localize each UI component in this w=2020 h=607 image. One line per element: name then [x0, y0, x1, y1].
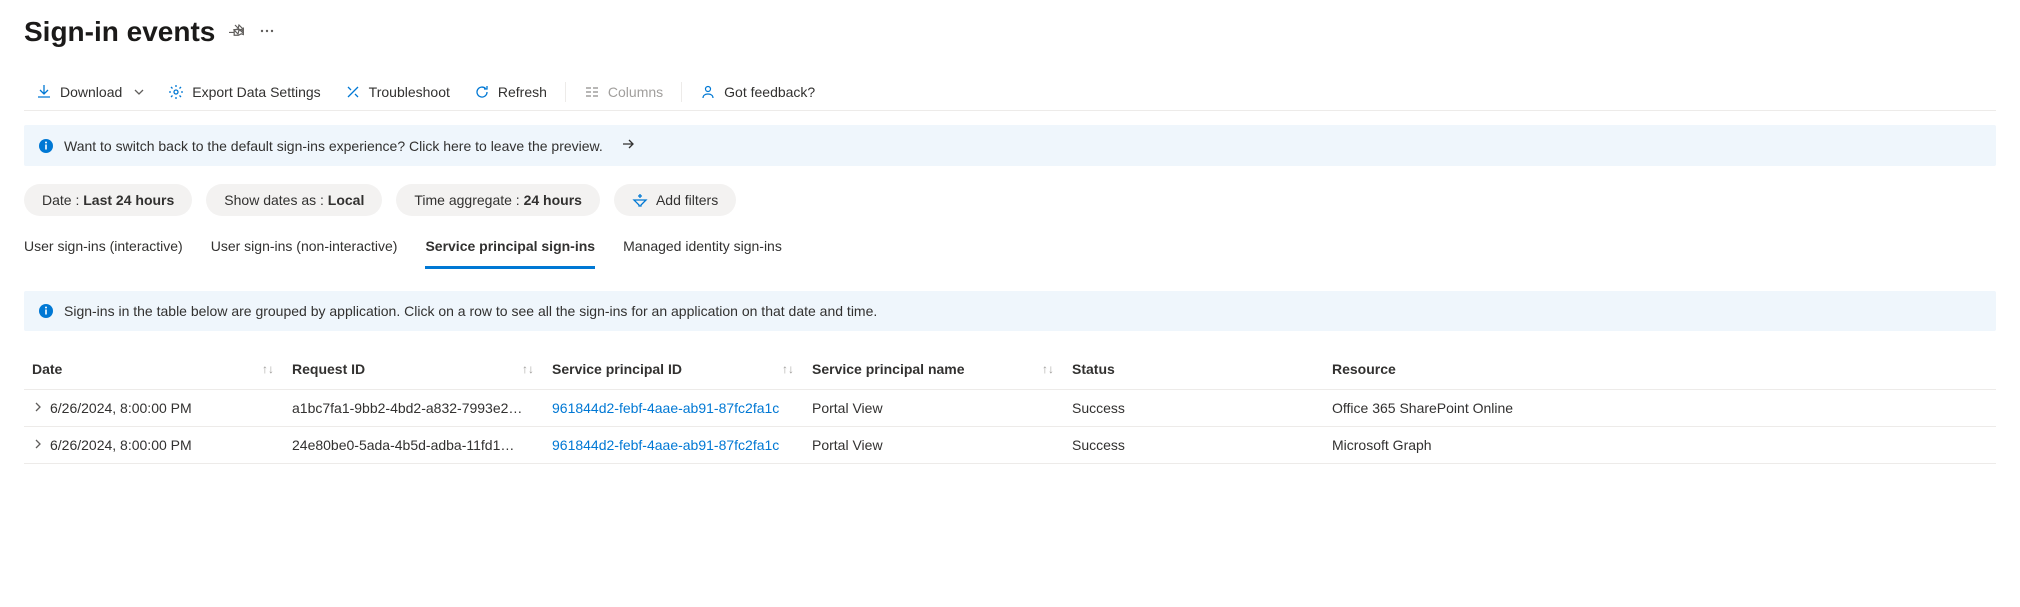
columns-icon	[584, 84, 600, 100]
refresh-label: Refresh	[498, 84, 547, 100]
chevron-right-icon[interactable]	[32, 437, 44, 453]
add-filters-label: Add filters	[656, 192, 718, 208]
feedback-icon	[700, 84, 716, 100]
table-header-row: Date ↑↓ Request ID ↑↓ Service principal …	[24, 349, 1996, 390]
troubleshoot-label: Troubleshoot	[369, 84, 450, 100]
tab-user-signins-noninteractive[interactable]: User sign-ins (non-interactive)	[211, 230, 398, 269]
grouping-info-banner: Sign-ins in the table below are grouped …	[24, 291, 1996, 331]
col-request-id-label: Request ID	[292, 361, 365, 377]
preview-banner[interactable]: Want to switch back to the default sign-…	[24, 125, 1996, 166]
columns-button: Columns	[572, 76, 675, 108]
col-status-label: Status	[1072, 361, 1115, 377]
filter-time-aggregate[interactable]: Time aggregate : 24 hours	[396, 184, 600, 216]
sort-icon: ↑↓	[1042, 362, 1054, 376]
gear-icon	[168, 84, 184, 100]
filter-show-dates[interactable]: Show dates as : Local	[206, 184, 382, 216]
col-request-id[interactable]: Request ID ↑↓	[284, 349, 544, 389]
grouping-banner-text: Sign-ins in the table below are grouped …	[64, 303, 877, 319]
col-sp-name-label: Service principal name	[812, 361, 965, 377]
download-label: Download	[60, 84, 122, 100]
filter-date-value: Last 24 hours	[83, 192, 174, 208]
info-icon	[38, 303, 54, 319]
filter-date[interactable]: Date : Last 24 hours	[24, 184, 192, 216]
cell-date: 6/26/2024, 8:00:00 PM	[50, 400, 192, 416]
command-bar: Download Export Data Settings Troublesho…	[24, 76, 1996, 111]
filter-bar: Date : Last 24 hours Show dates as : Loc…	[24, 184, 1996, 216]
toolbar-separator	[681, 82, 682, 102]
export-data-settings-button[interactable]: Export Data Settings	[156, 76, 332, 108]
table-row[interactable]: 6/26/2024, 8:00:00 PM 24e80be0-5ada-4b5d…	[24, 427, 1996, 464]
pin-icon[interactable]	[229, 23, 245, 42]
sort-icon: ↑↓	[782, 362, 794, 376]
page-header: Sign-in events	[24, 16, 1996, 48]
export-label: Export Data Settings	[192, 84, 320, 100]
filter-icon	[632, 192, 648, 208]
cell-request-id: 24e80be0-5ada-4b5d-adba-11fd1…	[284, 427, 544, 463]
filter-time-agg-value: 24 hours	[524, 192, 582, 208]
col-sp-id-label: Service principal ID	[552, 361, 682, 377]
troubleshoot-button[interactable]: Troubleshoot	[333, 76, 462, 108]
cell-sp-name: Portal View	[804, 427, 1064, 463]
sort-icon: ↑↓	[262, 362, 274, 376]
cell-request-id: a1bc7fa1-9bb2-4bd2-a832-7993e2…	[284, 390, 544, 426]
filter-show-dates-value: Local	[328, 192, 365, 208]
sort-icon: ↑↓	[522, 362, 534, 376]
toolbar-separator	[565, 82, 566, 102]
filter-show-dates-label: Show dates as :	[224, 192, 328, 208]
columns-label: Columns	[608, 84, 663, 100]
wrench-icon	[345, 84, 361, 100]
cell-sp-id-link[interactable]: 961844d2-febf-4aae-ab91-87fc2fa1c	[544, 427, 804, 463]
signins-table: Date ↑↓ Request ID ↑↓ Service principal …	[24, 349, 1996, 464]
feedback-label: Got feedback?	[724, 84, 815, 100]
refresh-icon	[474, 84, 490, 100]
preview-banner-text: Want to switch back to the default sign-…	[64, 138, 603, 154]
tab-user-signins-interactive[interactable]: User sign-ins (interactive)	[24, 230, 183, 269]
page-title: Sign-in events	[24, 16, 215, 48]
cell-resource: Office 365 SharePoint Online	[1324, 390, 1996, 426]
col-resource[interactable]: Resource	[1324, 349, 1996, 389]
tab-service-principal-signins[interactable]: Service principal sign-ins	[425, 230, 595, 269]
info-icon	[38, 138, 54, 154]
cell-status: Success	[1064, 390, 1324, 426]
download-button[interactable]: Download	[24, 76, 156, 108]
cell-resource: Microsoft Graph	[1324, 427, 1996, 463]
tab-managed-identity-signins[interactable]: Managed identity sign-ins	[623, 230, 782, 269]
col-status[interactable]: Status	[1064, 349, 1324, 389]
cell-sp-name: Portal View	[804, 390, 1064, 426]
filter-time-agg-label: Time aggregate :	[414, 192, 523, 208]
cell-status: Success	[1064, 427, 1324, 463]
add-filters-button[interactable]: Add filters	[614, 184, 736, 216]
tab-bar: User sign-ins (interactive) User sign-in…	[24, 230, 1996, 269]
table-row[interactable]: 6/26/2024, 8:00:00 PM a1bc7fa1-9bb2-4bd2…	[24, 390, 1996, 427]
arrow-right-icon	[621, 137, 635, 154]
feedback-button[interactable]: Got feedback?	[688, 76, 827, 108]
cell-date: 6/26/2024, 8:00:00 PM	[50, 437, 192, 453]
chevron-down-icon	[134, 84, 144, 100]
col-date-label: Date	[32, 361, 62, 377]
cell-sp-id-link[interactable]: 961844d2-febf-4aae-ab91-87fc2fa1c	[544, 390, 804, 426]
col-sp-name[interactable]: Service principal name ↑↓	[804, 349, 1064, 389]
chevron-right-icon[interactable]	[32, 400, 44, 416]
filter-date-label: Date :	[42, 192, 83, 208]
more-icon[interactable]	[259, 23, 275, 42]
col-sp-id[interactable]: Service principal ID ↑↓	[544, 349, 804, 389]
refresh-button[interactable]: Refresh	[462, 76, 559, 108]
col-date[interactable]: Date ↑↓	[24, 349, 284, 389]
download-icon	[36, 84, 52, 100]
col-resource-label: Resource	[1332, 361, 1396, 377]
